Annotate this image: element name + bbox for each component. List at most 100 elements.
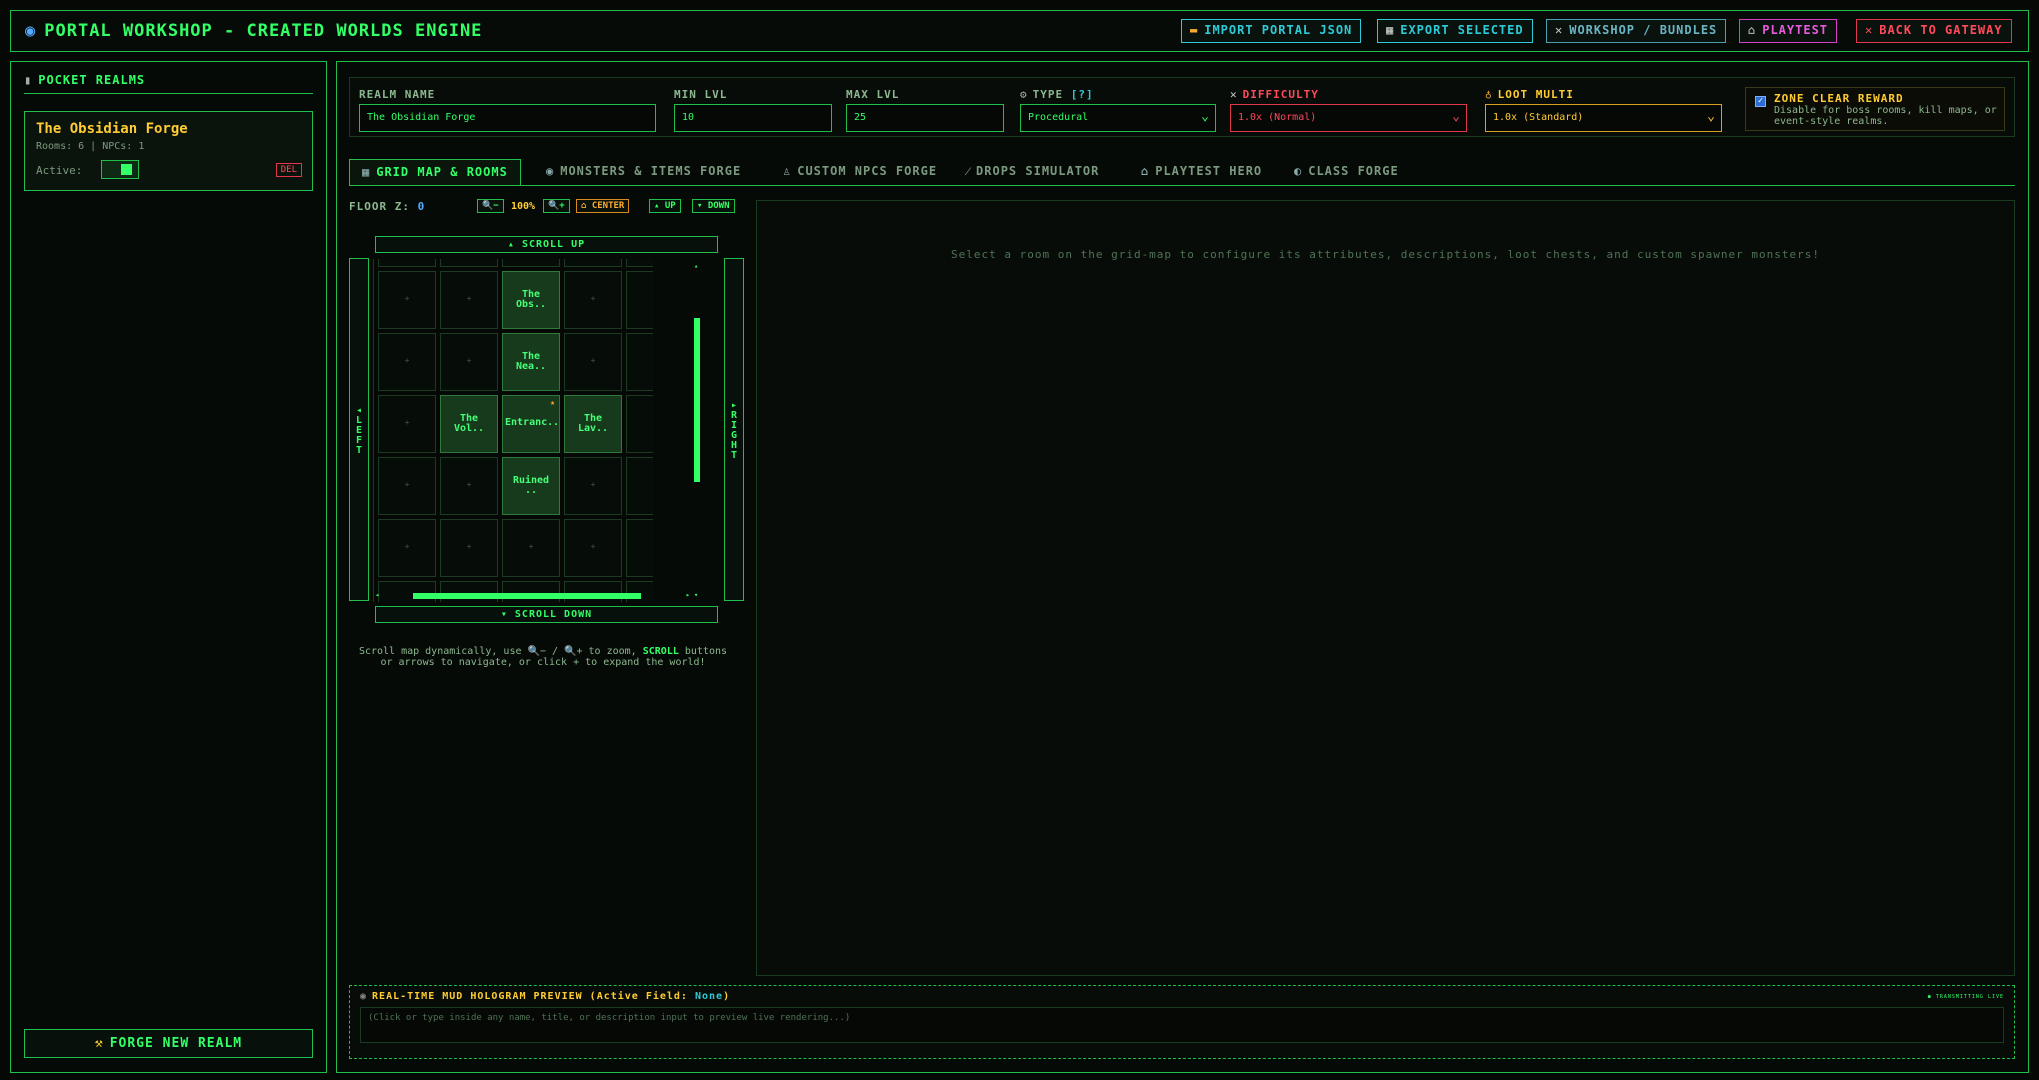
grid-cell[interactable]: + xyxy=(564,519,622,577)
delete-realm-button[interactable]: DEL xyxy=(275,163,302,177)
scroll-up-arrow-icon[interactable]: ▴ xyxy=(694,262,698,270)
grid-cell[interactable]: + xyxy=(378,271,436,329)
scroll-left-arrow-icon[interactable]: ◂ xyxy=(375,591,379,599)
active-toggle[interactable] xyxy=(101,160,139,179)
grid-cell[interactable]: + xyxy=(440,457,498,515)
realm-card-meta: Rooms: 6 | NPCs: 1 xyxy=(36,141,145,152)
room-cell[interactable]: The Lav.. xyxy=(564,395,622,453)
center-button[interactable]: ⌂ CENTER xyxy=(576,199,630,213)
grid-cell[interactable] xyxy=(626,259,653,267)
room-cell-entrance[interactable]: ★ Entranc.. xyxy=(502,395,560,453)
type-select[interactable]: Procedural ⌄ xyxy=(1020,104,1216,132)
min-lvl-label: MIN LVL xyxy=(674,88,728,101)
floor-up-button[interactable]: ▴ UP xyxy=(649,199,681,213)
tab-custom-npcs[interactable]: ♙ CUSTOM NPCS FORGE xyxy=(771,159,949,186)
import-portal-json-button[interactable]: ▬ IMPORT PORTAL JSON xyxy=(1181,19,1362,43)
scroll-up-button[interactable]: ▴ SCROLL UP xyxy=(375,236,718,253)
add-room-icon: + xyxy=(466,294,472,303)
workshop-bundles-button[interactable]: ✕ WORKSHOP / BUNDLES xyxy=(1546,19,1727,43)
min-lvl-input[interactable]: 10 xyxy=(674,104,832,132)
forge-new-realm-button[interactable]: ⚒ FORGE NEW REALM xyxy=(24,1029,313,1058)
max-lvl-label: MAX LVL xyxy=(846,88,900,101)
realm-name-label: REALM NAME xyxy=(359,88,436,101)
room-cell[interactable]: The Vol.. xyxy=(440,395,498,453)
tab-divider xyxy=(349,185,2015,186)
grid-cell[interactable]: + xyxy=(378,395,436,453)
grid-cell[interactable]: + xyxy=(378,457,436,515)
tab-monsters-items[interactable]: ◉ MONSTERS & ITEMS FORGE xyxy=(534,159,753,186)
tools-icon: ✕ xyxy=(1555,23,1564,37)
book-icon: ▮ xyxy=(24,73,33,87)
add-room-icon: + xyxy=(466,356,472,365)
grid-cell[interactable] xyxy=(378,259,436,267)
grid-cell[interactable]: + xyxy=(440,333,498,391)
hammer-icon: ⚒ xyxy=(94,1036,104,1051)
toggle-knob xyxy=(121,164,132,175)
grid-cell[interactable]: + xyxy=(564,333,622,391)
difficulty-select[interactable]: 1.0x (Normal) ⌄ xyxy=(1230,104,1467,132)
close-icon: ✕ xyxy=(1865,23,1874,37)
type-help-badge[interactable]: [?] xyxy=(1071,88,1094,101)
tab-class-forge[interactable]: ◐ CLASS FORGE xyxy=(1282,159,1411,186)
floor-down-button[interactable]: ▾ DOWN xyxy=(692,199,735,213)
room-name: Entranc.. xyxy=(505,417,560,428)
grid-cell[interactable] xyxy=(564,259,622,267)
grid-cell[interactable]: + xyxy=(564,457,622,515)
portal-icon: ◉ xyxy=(25,21,37,41)
room-cell[interactable]: The Obs.. xyxy=(502,271,560,329)
scrollbar-thumb[interactable] xyxy=(413,593,641,599)
grid-cell[interactable]: + xyxy=(626,271,653,329)
realm-name-input[interactable]: The Obsidian Forge xyxy=(359,104,656,132)
active-field: None xyxy=(695,991,724,1002)
grid-cell[interactable] xyxy=(502,259,560,267)
grid-cell[interactable]: + xyxy=(626,333,653,391)
add-room-icon: + xyxy=(627,294,654,303)
loot-multi-select[interactable]: 1.0x (Standard) ⌄ xyxy=(1485,104,1722,132)
folder-icon: ▬ xyxy=(1190,23,1199,37)
realm-card[interactable]: The Obsidian Forge Rooms: 6 | NPCs: 1 Ac… xyxy=(24,111,313,191)
room-cell[interactable]: Ruined .. xyxy=(502,457,560,515)
add-room-icon: + xyxy=(466,480,472,489)
zoom-in-button[interactable]: 🔍+ xyxy=(543,199,570,213)
scroll-down-button[interactable]: ▾ SCROLL DOWN xyxy=(375,606,718,623)
tab-playtest-hero[interactable]: ⌂ PLAYTEST HERO xyxy=(1129,159,1274,186)
add-room-icon: + xyxy=(528,542,534,551)
grid-map: + + The Obs.. + + + + The Nea.. + + + Th… xyxy=(373,259,653,602)
export-selected-button[interactable]: ▦ EXPORT SELECTED xyxy=(1377,19,1533,43)
grid-cell[interactable]: + xyxy=(378,333,436,391)
grid-cell[interactable]: + xyxy=(440,519,498,577)
max-lvl-input[interactable]: 25 xyxy=(846,104,1004,132)
playtest-button[interactable]: ⌂ PLAYTEST xyxy=(1739,19,1838,43)
grid-vertical-scrollbar[interactable]: ▴ ▾ xyxy=(692,262,702,601)
map-help-text: Scroll map dynamically, use 🔍− / 🔍+ to z… xyxy=(358,646,728,668)
scroll-right-arrow-icon[interactable]: ▸ xyxy=(686,591,690,599)
grid-cell[interactable]: + xyxy=(378,519,436,577)
active-label: Active: xyxy=(36,164,83,177)
add-room-icon: + xyxy=(627,418,654,427)
room-cell[interactable]: The Nea.. xyxy=(502,333,560,391)
grid-cell[interactable]: + xyxy=(440,271,498,329)
grid-cell[interactable]: + xyxy=(626,395,653,453)
tab-grid-map[interactable]: ▦ GRID MAP & ROOMS xyxy=(349,159,521,186)
orb-icon: ◉ xyxy=(546,164,555,178)
back-to-gateway-button[interactable]: ✕ BACK TO GATEWAY xyxy=(1856,19,2012,43)
scrollbar-thumb[interactable] xyxy=(694,318,700,482)
floor-value: 0 xyxy=(417,200,426,213)
grid-cell[interactable]: + xyxy=(502,519,560,577)
grid-cell[interactable]: + xyxy=(626,457,653,515)
scroll-left-button[interactable]: ◂ LEFT xyxy=(349,258,369,601)
tab-drops-simulator[interactable]: ⁄ DROPS SIMULATOR xyxy=(955,159,1111,186)
zone-clear-checkbox[interactable]: ✓ xyxy=(1755,96,1766,107)
chevron-down-icon: ⌄ xyxy=(1201,109,1209,124)
add-room-icon: + xyxy=(590,294,596,303)
scroll-right-button[interactable]: ▸ RIGHT xyxy=(724,258,744,601)
up-arrow-icon: ▴ xyxy=(654,201,660,211)
zoom-out-button[interactable]: 🔍− xyxy=(477,199,504,213)
room-name: The Nea.. xyxy=(515,351,547,372)
grid-cell[interactable] xyxy=(440,259,498,267)
grid-cell[interactable]: + xyxy=(564,271,622,329)
grid-cell[interactable]: + xyxy=(626,519,653,577)
grid-horizontal-scrollbar[interactable]: ◂ ▸ xyxy=(373,591,692,601)
scroll-down-arrow-icon[interactable]: ▾ xyxy=(694,591,698,599)
room-name: The Obs.. xyxy=(515,289,547,310)
